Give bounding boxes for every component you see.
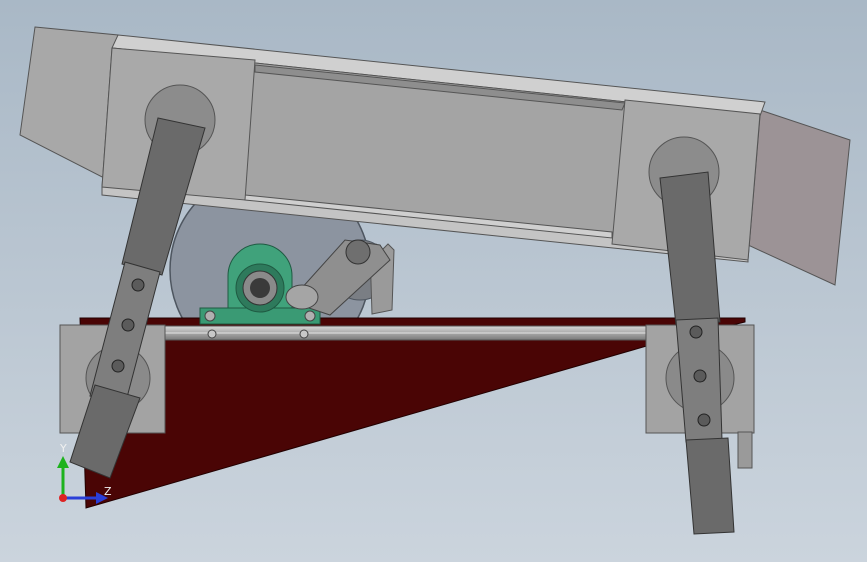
y-axis-label: Y [59, 442, 67, 455]
shaft-rail[interactable] [159, 325, 661, 341]
model-view[interactable]: Y Z [0, 0, 867, 562]
x-axis-origin [59, 494, 67, 502]
z-axis-label: Z [104, 485, 112, 498]
cad-viewport[interactable]: Y Z [0, 0, 867, 562]
